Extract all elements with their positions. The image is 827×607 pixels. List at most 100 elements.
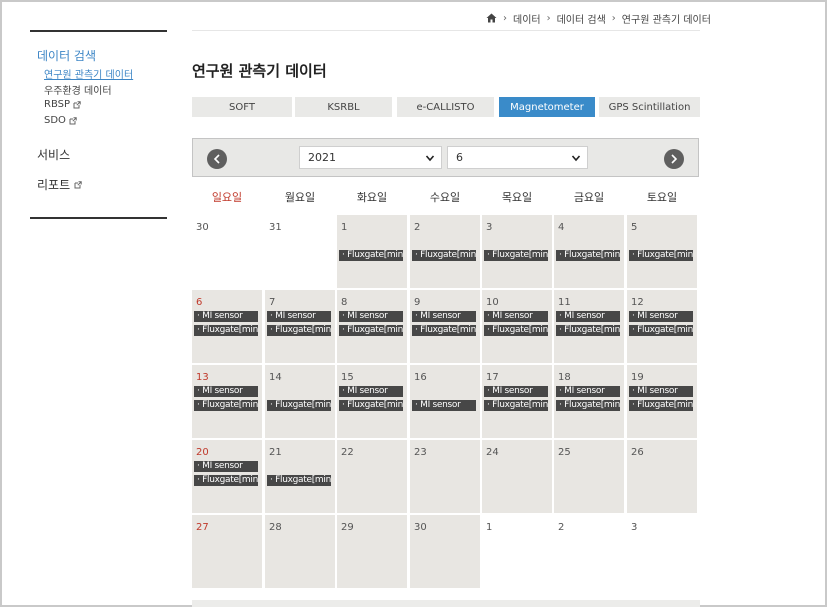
calendar-day-cell[interactable]: 2 · Fluxgate[min] — [410, 215, 480, 288]
calendar-day-cell[interactable]: 1 — [482, 515, 552, 588]
calendar-day-cell[interactable]: 6 · MI sensor · Fluxgate[min] — [192, 290, 262, 363]
calendar-day-cell[interactable]: 30 — [410, 515, 480, 588]
year-select[interactable]: 2021 — [299, 146, 442, 169]
event-fluxgate-min[interactable]: · Fluxgate[min] — [484, 325, 548, 336]
calendar-day-cell[interactable]: 10 · MI sensor · Fluxgate[min] — [482, 290, 552, 363]
event-mi-sensor[interactable]: · MI sensor — [629, 311, 693, 322]
event-fluxgate-min[interactable]: · Fluxgate[min] — [412, 250, 476, 261]
calendar-day-cell[interactable]: 12 · MI sensor · Fluxgate[min] — [627, 290, 697, 363]
sidebar-item-label: 리포트 — [37, 178, 71, 192]
calendar-day-cell[interactable]: 17 · MI sensor · Fluxgate[min] — [482, 365, 552, 438]
event-mi-sensor[interactable]: · MI sensor — [629, 386, 693, 397]
event-mi-sensor[interactable]: · MI sensor — [194, 311, 258, 322]
event-mi-sensor[interactable]: · MI sensor — [556, 311, 620, 322]
breadcrumb: › 데이터 › 데이터 검색 › 연구원 관측기 데이터 — [486, 11, 711, 26]
event-fluxgate-min[interactable]: · Fluxgate[min] — [629, 325, 693, 336]
calendar-day-cell[interactable]: 4 · Fluxgate[min] — [554, 215, 624, 288]
calendar-day-cell[interactable]: 18 · MI sensor · Fluxgate[min] — [554, 365, 624, 438]
calendar-day-cell[interactable]: 23 — [410, 440, 480, 513]
calendar-day-cell[interactable]: 27 — [192, 515, 262, 588]
event-mi-sensor[interactable]: · MI sensor — [556, 386, 620, 397]
calendar-day-cell[interactable]: 25 — [554, 440, 624, 513]
home-icon[interactable] — [486, 13, 497, 23]
event-fluxgate-min[interactable]: · Fluxgate[min] — [267, 475, 331, 486]
calendar-day-cell[interactable]: 14 · Fluxgate[min] — [265, 365, 335, 438]
calendar-day-cell[interactable]: 29 — [337, 515, 407, 588]
event-mi-sensor[interactable]: · MI sensor — [194, 461, 258, 472]
calendar-day-cell[interactable]: 13 · MI sensor · Fluxgate[min] — [192, 365, 262, 438]
calendar-day-cell[interactable]: 3 · Fluxgate[min] — [482, 215, 552, 288]
event-fluxgate-min[interactable]: · Fluxgate[min] — [339, 250, 403, 261]
sidebar-item-research-data[interactable]: 연구원 관측기 데이터 — [44, 66, 133, 81]
calendar-day-cell[interactable]: 1 · Fluxgate[min] — [337, 215, 407, 288]
calendar-day-cell[interactable]: 26 — [627, 440, 697, 513]
event-fluxgate-min[interactable]: · Fluxgate[min] — [484, 250, 548, 261]
calendar-day-number: 30 — [414, 522, 427, 533]
calendar-day-number: 4 — [558, 222, 565, 233]
next-month-button[interactable] — [664, 149, 684, 169]
tab-e-callisto[interactable]: e-CALLISTO — [397, 97, 494, 117]
breadcrumb-item[interactable]: 데이터 검색 — [557, 11, 606, 26]
calendar-day-cell[interactable]: 21 · Fluxgate[min] — [265, 440, 335, 513]
calendar-day-cell[interactable]: 15 · MI sensor · Fluxgate[min] — [337, 365, 407, 438]
calendar-day-cell[interactable]: 2 — [554, 515, 624, 588]
event-fluxgate-min[interactable]: · Fluxgate[min] — [556, 325, 620, 336]
calendar-day-cell[interactable]: 3 — [627, 515, 697, 588]
event-fluxgate-min[interactable]: · Fluxgate[min] — [412, 325, 476, 336]
calendar-day-cell[interactable]: 22 — [337, 440, 407, 513]
event-mi-sensor[interactable]: · MI sensor — [267, 311, 331, 322]
month-select[interactable]: 6 — [447, 146, 588, 169]
sidebar-item-sdo[interactable]: SDO — [44, 115, 77, 126]
tab-soft[interactable]: SOFT — [192, 97, 292, 117]
event-fluxgate-min[interactable]: · Fluxgate[min] — [556, 250, 620, 261]
weekday-header-tuesday: 화요일 — [356, 191, 388, 204]
sidebar-item-space-env-data[interactable]: 우주환경 데이터 — [44, 82, 112, 97]
calendar-day-cell[interactable]: 24 — [482, 440, 552, 513]
calendar-day-cell[interactable]: 31 — [265, 215, 335, 288]
event-fluxgate-min[interactable]: · Fluxgate[min] — [629, 400, 693, 411]
event-mi-sensor[interactable]: · MI sensor — [339, 386, 403, 397]
breadcrumb-item[interactable]: 데이터 — [513, 11, 541, 26]
calendar-day-cell[interactable]: 11 · MI sensor · Fluxgate[min] — [554, 290, 624, 363]
calendar-day-cell[interactable]: 28 — [265, 515, 335, 588]
event-fluxgate-min[interactable]: · Fluxgate[min] — [267, 400, 331, 411]
event-fluxgate-min[interactable]: · Fluxgate[min] — [194, 325, 258, 336]
sidebar-item-report[interactable]: 리포트 — [37, 176, 82, 193]
calendar-day-cell[interactable]: 19 · MI sensor · Fluxgate[min] — [627, 365, 697, 438]
event-mi-sensor[interactable]: · MI sensor — [484, 386, 548, 397]
event-mi-sensor[interactable]: · MI sensor — [412, 311, 476, 322]
event-fluxgate-min[interactable]: · Fluxgate[min] — [194, 400, 258, 411]
event-mi-sensor[interactable]: · MI sensor — [484, 311, 548, 322]
breadcrumb-separator: › — [611, 12, 616, 24]
event-fluxgate-min[interactable]: · Fluxgate[min] — [556, 400, 620, 411]
sidebar-heading-data-search[interactable]: 데이터 검색 — [37, 47, 96, 64]
weekday-header-friday: 금요일 — [573, 191, 605, 204]
calendar-day-cell[interactable]: 9 · MI sensor · Fluxgate[min] — [410, 290, 480, 363]
calendar-day-number: 5 — [631, 222, 638, 233]
tab-gps-scintillation[interactable]: GPS Scintillation — [599, 97, 700, 117]
tab-magnetometer[interactable]: Magnetometer — [499, 97, 595, 117]
calendar-day-cell[interactable]: 30 — [192, 215, 262, 288]
calendar-day-cell[interactable]: 7 · MI sensor · Fluxgate[min] — [265, 290, 335, 363]
prev-month-button[interactable] — [207, 149, 227, 169]
event-mi-sensor[interactable]: · MI sensor — [194, 386, 258, 397]
weekday-header-thursday: 목요일 — [501, 191, 533, 204]
calendar-day-cell[interactable]: 16 · MI sensor — [410, 365, 480, 438]
event-fluxgate-min[interactable]: · Fluxgate[min] — [629, 250, 693, 261]
breadcrumb-separator: › — [503, 12, 507, 24]
event-fluxgate-min[interactable]: · Fluxgate[min] — [267, 325, 331, 336]
tab-ksrbl[interactable]: KSRBL — [295, 97, 392, 117]
event-fluxgate-min[interactable]: · Fluxgate[min] — [194, 475, 258, 486]
calendar-day-cell[interactable]: 20 · MI sensor · Fluxgate[min] — [192, 440, 262, 513]
calendar-day-cell[interactable]: 5 · Fluxgate[min] — [627, 215, 697, 288]
event-mi-sensor[interactable]: · MI sensor — [339, 311, 403, 322]
event-fluxgate-min[interactable]: · Fluxgate[min] — [484, 400, 548, 411]
external-link-icon — [73, 100, 81, 109]
sidebar-item-rbsp[interactable]: RBSP — [44, 99, 81, 110]
sidebar-item-service[interactable]: 서비스 — [37, 146, 70, 163]
calendar-day-cell[interactable]: 8 · MI sensor · Fluxgate[min] — [337, 290, 407, 363]
event-mi-sensor[interactable]: · MI sensor — [412, 400, 476, 411]
event-fluxgate-min[interactable]: · Fluxgate[min] — [339, 325, 403, 336]
breadcrumb-item[interactable]: 연구원 관측기 데이터 — [622, 11, 711, 26]
event-fluxgate-min[interactable]: · Fluxgate[min] — [339, 400, 403, 411]
